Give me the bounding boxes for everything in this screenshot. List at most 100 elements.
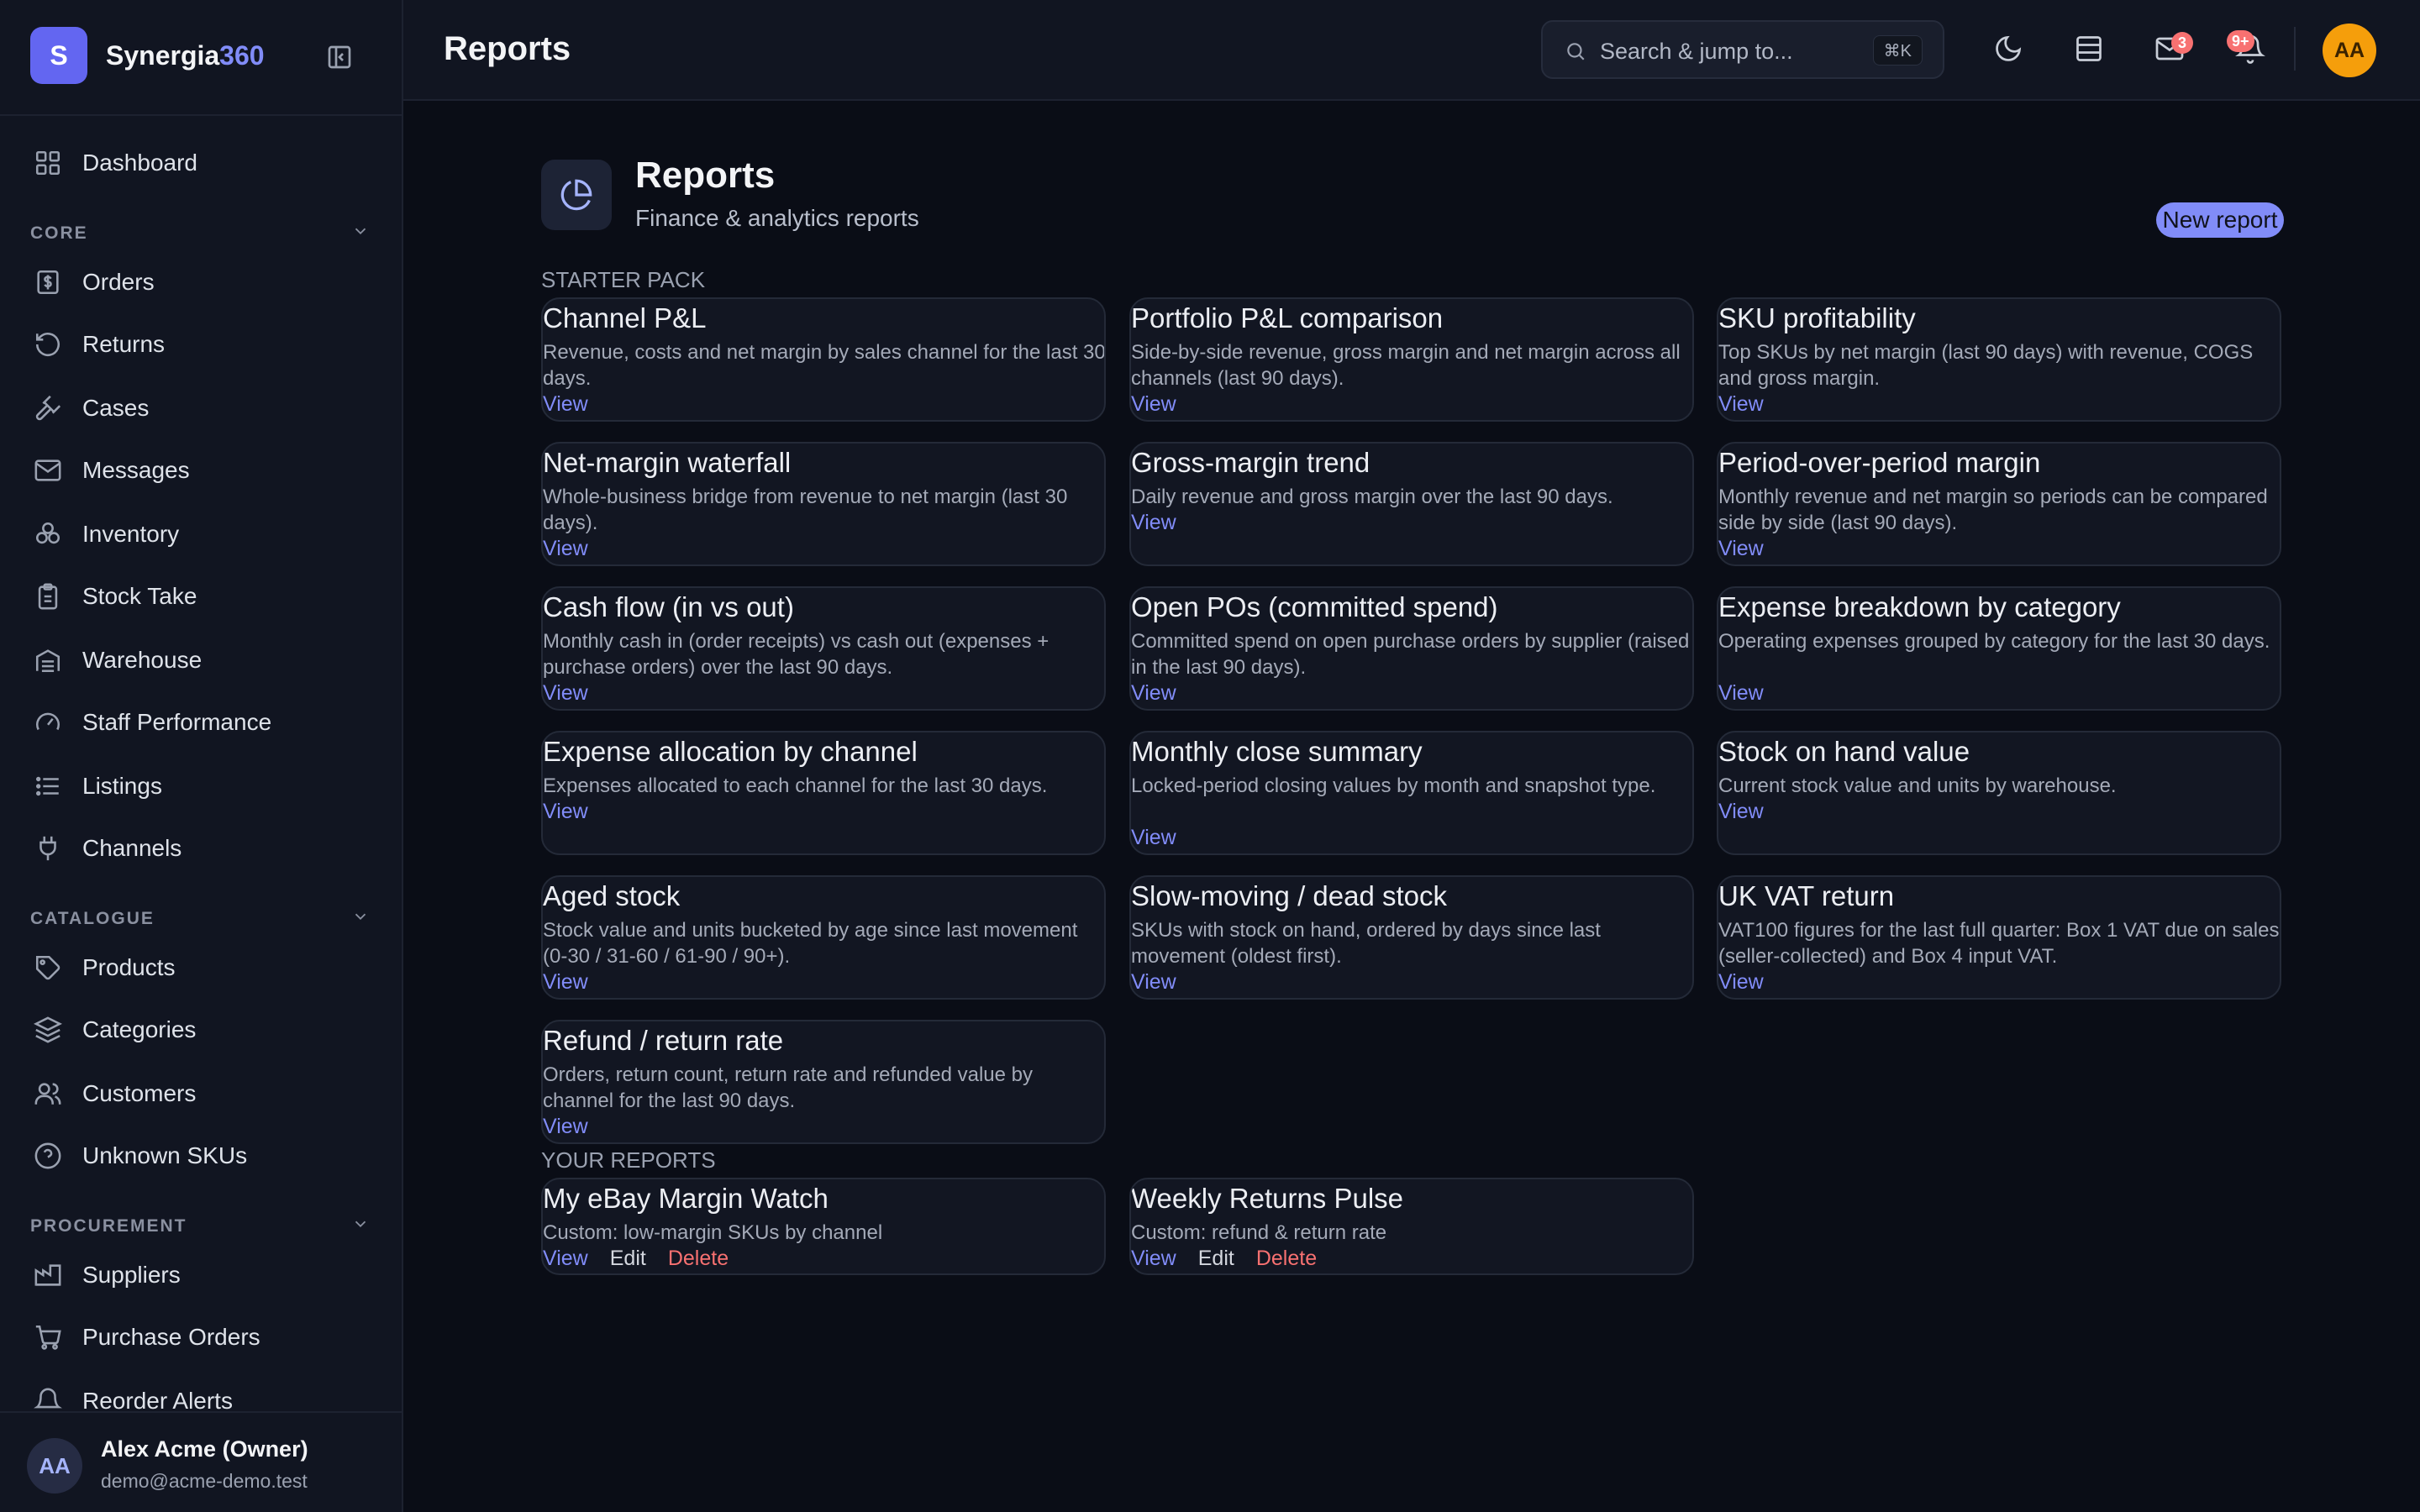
view-link[interactable]: View bbox=[1718, 970, 1764, 995]
gauge-icon bbox=[35, 712, 60, 731]
report-card[interactable]: Period-over-period margin Monthly revenue… bbox=[1717, 442, 2281, 566]
sidebar-item-label: Stock Take bbox=[82, 583, 197, 609]
report-card[interactable]: Monthly close summary Locked-period closi… bbox=[1129, 731, 1694, 855]
your-reports-label: YOUR REPORTS bbox=[541, 1147, 716, 1173]
new-report-button[interactable]: New report bbox=[2156, 202, 2284, 238]
rotate-ccw-icon bbox=[35, 333, 60, 357]
view-link[interactable]: View bbox=[1131, 392, 1176, 417]
report-card[interactable]: Channel P&L Revenue, costs and net margin… bbox=[541, 297, 1106, 422]
report-title: Monthly close summary bbox=[1131, 736, 1423, 767]
chevron-down-icon[interactable] bbox=[351, 222, 370, 240]
search-input[interactable]: Search & jump to... ⌘K bbox=[1541, 20, 1944, 79]
sidebar-collapse-icon[interactable] bbox=[326, 44, 353, 71]
page-title: Reports bbox=[444, 30, 571, 67]
sidebar-item-stock-take[interactable]: Stock Take bbox=[34, 573, 197, 620]
report-title: Expense allocation by channel bbox=[543, 736, 918, 767]
chevron-down-icon[interactable] bbox=[351, 907, 370, 926]
brand-name: Synergia360 bbox=[106, 40, 265, 71]
chevron-down-icon[interactable] bbox=[351, 1215, 370, 1233]
view-link[interactable]: View bbox=[543, 1115, 588, 1139]
sidebar-item-label: Staff Performance bbox=[82, 709, 272, 735]
view-link[interactable]: View bbox=[543, 800, 588, 824]
sidebar-item-label: Suppliers bbox=[82, 1262, 181, 1288]
view-link[interactable]: View bbox=[1718, 800, 1764, 824]
sidebar-item-warehouse[interactable]: Warehouse bbox=[34, 637, 202, 684]
report-card[interactable]: Weekly Returns Pulse Custom: refund & ret… bbox=[1129, 1178, 1694, 1275]
sidebar-item-staff-performance[interactable]: Staff Performance bbox=[34, 699, 271, 746]
warehouse-icon bbox=[35, 649, 60, 673]
report-actions: View Edit Delete bbox=[1131, 1247, 1317, 1271]
sidebar-item-products[interactable]: Products bbox=[34, 944, 176, 991]
pie-chart-icon bbox=[541, 160, 612, 230]
sidebar-item-categories[interactable]: Categories bbox=[34, 1006, 196, 1053]
report-title: My eBay Margin Watch bbox=[543, 1183, 829, 1214]
report-card[interactable]: Refund / return rate Orders, return count… bbox=[541, 1020, 1106, 1144]
sidebar-item-messages[interactable]: Messages bbox=[34, 447, 190, 494]
report-card[interactable]: Expense allocation by channel Expenses al… bbox=[541, 731, 1106, 855]
delete-link[interactable]: Delete bbox=[1256, 1247, 1317, 1271]
report-description: Current stock value and units by warehou… bbox=[1718, 774, 2117, 797]
report-description: Orders, return count, return rate and re… bbox=[543, 1063, 1033, 1112]
sidebar-item-purchase-orders[interactable]: Purchase Orders bbox=[34, 1314, 260, 1361]
view-link[interactable]: View bbox=[1718, 681, 1764, 706]
view-link[interactable]: View bbox=[543, 681, 588, 706]
report-card[interactable]: Portfolio P&L comparison Side-by-side rev… bbox=[1129, 297, 1694, 422]
edit-link[interactable]: Edit bbox=[1198, 1247, 1234, 1271]
view-link[interactable]: View bbox=[1131, 511, 1176, 535]
view-link[interactable]: View bbox=[1718, 392, 1764, 417]
report-actions: View bbox=[1131, 681, 1198, 706]
sidebar-item-returns[interactable]: Returns bbox=[34, 321, 165, 368]
report-card[interactable]: UK VAT return VAT100 figures for the last… bbox=[1717, 875, 2281, 1000]
report-description: Whole-business bridge from revenue to ne… bbox=[543, 486, 1068, 534]
page-subtitle: Finance & analytics reports bbox=[635, 205, 919, 231]
gavel-icon bbox=[35, 395, 61, 421]
report-card[interactable]: Expense breakdown by category Operating e… bbox=[1717, 586, 2281, 711]
report-card[interactable]: Aged stock Stock value and units bucketed… bbox=[541, 875, 1106, 1000]
report-card[interactable]: Open POs (committed spend) Committed spen… bbox=[1129, 586, 1694, 711]
report-card[interactable]: SKU profitability Top SKUs by net margin … bbox=[1717, 297, 2281, 422]
report-card[interactable]: Cash flow (in vs out) Monthly cash in (or… bbox=[541, 586, 1106, 711]
sidebar-item-customers[interactable]: Customers bbox=[34, 1070, 196, 1117]
report-description: VAT100 figures for the last full quarter… bbox=[1718, 919, 2280, 968]
view-link[interactable]: View bbox=[1131, 826, 1176, 850]
report-card[interactable]: Net-margin waterfall Whole-business bridg… bbox=[541, 442, 1106, 566]
view-link[interactable]: View bbox=[1131, 681, 1176, 706]
user-menu[interactable]: AA Alex Acme (Owner) demo@acme-demo.test bbox=[0, 1411, 402, 1512]
help-circle-icon bbox=[34, 1142, 61, 1169]
brand-logo: S bbox=[30, 27, 87, 84]
edit-link[interactable]: Edit bbox=[610, 1247, 646, 1271]
report-description: Revenue, costs and net margin by sales c… bbox=[543, 341, 1106, 390]
brand[interactable]: S Synergia360 bbox=[30, 27, 265, 84]
view-link[interactable]: View bbox=[543, 970, 588, 995]
view-link[interactable]: View bbox=[1131, 1247, 1176, 1271]
sidebar-item-inventory[interactable]: Inventory bbox=[34, 511, 179, 558]
section-label-catalogue: CATALOGUE bbox=[30, 909, 155, 928]
layout-icon[interactable] bbox=[2074, 34, 2104, 64]
view-link[interactable]: View bbox=[543, 537, 588, 561]
moon-icon[interactable] bbox=[1993, 34, 2023, 64]
sidebar-item-label: Categories bbox=[82, 1016, 197, 1042]
sidebar-item-suppliers[interactable]: Suppliers bbox=[34, 1252, 181, 1299]
report-card[interactable]: My eBay Margin Watch Custom: low-margin S… bbox=[541, 1178, 1106, 1275]
report-actions: View bbox=[1131, 970, 1198, 995]
report-actions: View bbox=[1718, 392, 1786, 417]
avatar[interactable]: AA bbox=[2323, 24, 2376, 77]
view-link[interactable]: View bbox=[543, 1247, 588, 1271]
report-card[interactable]: Stock on hand value Current stock value a… bbox=[1717, 731, 2281, 855]
delete-link[interactable]: Delete bbox=[668, 1247, 729, 1271]
view-link[interactable]: View bbox=[1718, 537, 1764, 561]
sidebar-item-channels[interactable]: Channels bbox=[34, 825, 182, 872]
sidebar-item-orders[interactable]: Orders bbox=[34, 259, 155, 306]
report-card[interactable]: Slow-moving / dead stock SKUs with stock … bbox=[1129, 875, 1694, 1000]
sidebar-item-listings[interactable]: Listings bbox=[34, 763, 162, 810]
view-link[interactable]: View bbox=[1131, 970, 1176, 995]
sidebar-item-label: Messages bbox=[82, 457, 190, 483]
grid-icon bbox=[35, 150, 60, 176]
section-label-procurement: PROCUREMENT bbox=[30, 1216, 187, 1236]
sidebar-item-cases[interactable]: Cases bbox=[34, 385, 149, 432]
report-card[interactable]: Gross-margin trend Daily revenue and gros… bbox=[1129, 442, 1694, 566]
sidebar-item-dashboard[interactable]: Dashboard bbox=[34, 139, 197, 186]
sidebar-item-unknown-skus[interactable]: Unknown SKUs bbox=[34, 1132, 247, 1179]
view-link[interactable]: View bbox=[543, 392, 588, 417]
report-actions: View bbox=[1718, 681, 1786, 706]
